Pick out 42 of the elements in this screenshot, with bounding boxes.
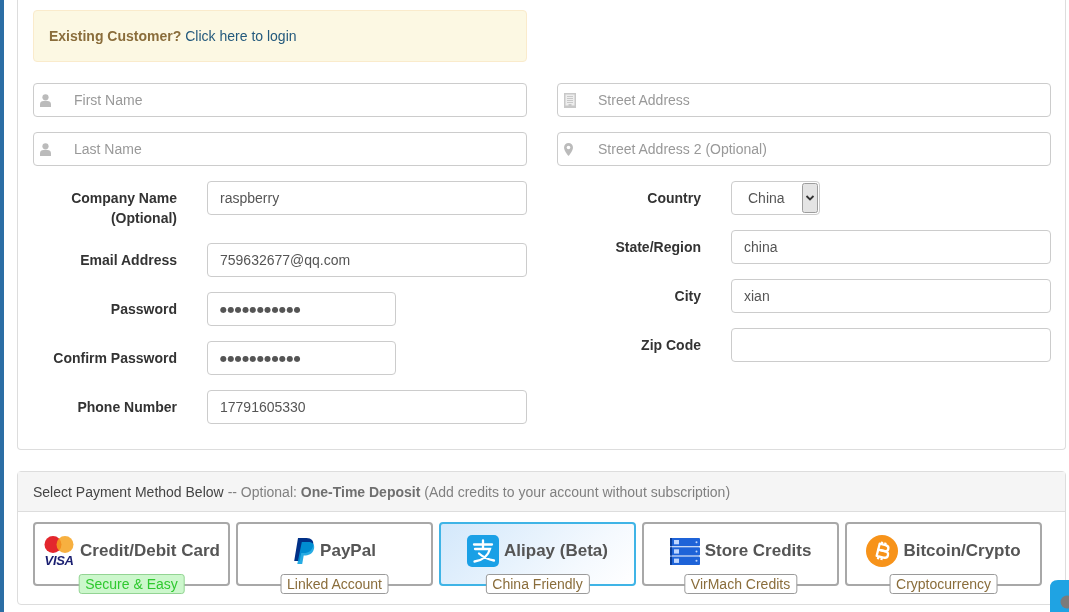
method-tag: VirMach Credits [683,574,798,594]
input-field[interactable]: 759632677@qq.com [207,243,527,277]
person-icon [40,142,51,156]
field-label: Country [646,189,701,208]
overlapping-circles-icon [43,535,76,553]
field-label: Phone Number [76,398,177,417]
deposit-note: -- Optional: One-Time Deposit (Add credits to your account without subscription) [227,483,731,500]
password-field[interactable]: ●●●●●●●●●●● [207,292,396,326]
payment-heading: Select Payment Method Below [33,483,224,500]
input-field[interactable]: Street Address [557,83,1051,117]
input-field[interactable]: Last Name [33,132,527,166]
input-field[interactable]: First Name [33,83,527,117]
paypal-logo-icon [293,538,316,564]
input-field[interactable]: china [731,230,1051,264]
floating-widget-icon[interactable] [1050,580,1069,612]
field-label: City [673,287,701,306]
method-tag: Secure & Easy [78,574,185,594]
map-pin-icon [564,142,573,156]
field-label: Password [109,300,177,319]
field-label: Zip Code [640,336,701,355]
method-tag: China Friendly [485,574,590,594]
method-tag: Linked Account [280,574,389,594]
field-label: Company Name (Optional) [70,189,177,228]
input-field[interactable]: xian [731,279,1051,313]
input-field[interactable]: raspberry [207,181,527,215]
input-field[interactable] [731,328,1051,362]
dropdown-select[interactable]: China [731,181,820,215]
person-icon [40,93,51,107]
input-field[interactable]: 17791605330 [207,390,527,424]
password-field[interactable]: ●●●●●●●●●●● [207,341,396,375]
input-field[interactable]: Street Address 2 (Optional) [557,132,1051,166]
server-stack-icon [669,537,700,565]
field-label: State/Region [614,238,701,257]
existing-customer-text: Existing Customer? [49,28,182,44]
card-brand-label: VISA [44,553,74,567]
field-label: Confirm Password [52,349,177,368]
alipay-logo-icon [467,535,500,567]
login-link[interactable]: Click here to login [185,28,297,44]
field-label: Email Address [79,251,177,270]
caret-icon [802,183,818,213]
method-tag: Cryptocurrency [889,574,998,594]
bitcoin-icon [866,535,899,567]
